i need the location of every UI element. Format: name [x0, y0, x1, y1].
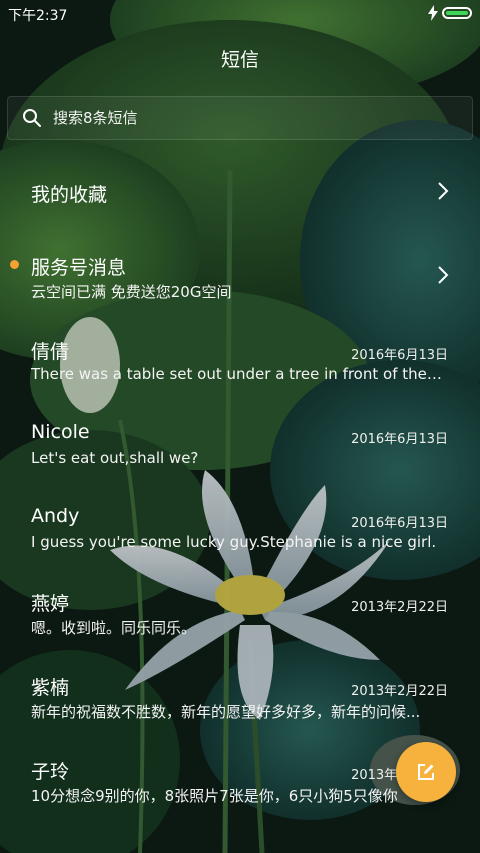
message-preview: 嗯。收到啦。同乐同乐。 — [31, 619, 197, 637]
search-input[interactable] — [53, 97, 453, 139]
message-date: 2013年2月22日 — [351, 600, 448, 615]
service-messages-folder[interactable]: 服务号消息 云空间已满 免费送您20G空间 — [0, 234, 480, 318]
conversation-item[interactable]: 燕婷 2013年2月22日 嗯。收到啦。同乐同乐。 — [0, 570, 480, 654]
folder-title: 我的收藏 — [31, 184, 108, 206]
folder-preview: 云空间已满 免费送您20G空间 — [31, 283, 232, 301]
contact-name: Andy — [31, 505, 80, 527]
contact-name: 燕婷 — [31, 593, 70, 615]
message-preview: 新年的祝福数不胜数，新年的愿望好多好多，新年的问候... — [31, 703, 421, 721]
compose-icon — [418, 764, 434, 780]
message-date: 2016年6月13日 — [351, 432, 448, 447]
chevron-right-icon — [438, 182, 449, 200]
contact-name: Nicole — [31, 421, 90, 443]
page-title: 短信 — [220, 49, 259, 71]
conversation-item[interactable]: Nicole 2016年6月13日 Let's eat out,shall we… — [0, 402, 480, 486]
message-preview: Let's eat out,shall we? — [31, 449, 199, 467]
compose-button[interactable] — [396, 742, 456, 802]
message-preview: There was a table set out under a tree i… — [31, 365, 445, 383]
status-bar: 下午2:37 — [0, 0, 480, 28]
status-time: 下午2:37 — [8, 8, 68, 24]
message-preview: I guess you're some lucky guy.Stephanie … — [31, 533, 437, 551]
contact-name: 紫楠 — [31, 677, 70, 699]
message-date: 2013年2月22日 — [351, 684, 448, 699]
message-date: 2016年6月13日 — [351, 516, 448, 531]
conversation-item[interactable]: 紫楠 2013年2月22日 新年的祝福数不胜数，新年的愿望好多好多，新年的问候.… — [0, 654, 480, 738]
contact-name: 倩倩 — [31, 341, 70, 363]
search-bar[interactable] — [7, 96, 473, 140]
favorites-folder[interactable]: 我的收藏 — [0, 150, 480, 234]
charging-icon — [428, 5, 438, 21]
battery-level — [446, 11, 468, 15]
messages-screen: 下午2:37 短信 我的收藏 服务号消息 云空间已满 免费送您20G空间 倩倩 — [0, 0, 480, 853]
message-preview: 10分想念9别的你，8张照片7张是你，6只小狗5只像你 — [31, 787, 398, 805]
conversation-item[interactable]: 倩倩 2016年6月13日 There was a table set out … — [0, 318, 480, 402]
contact-name: 子玲 — [31, 761, 70, 783]
folder-title: 服务号消息 — [31, 257, 127, 279]
search-icon — [23, 109, 41, 127]
message-date: 2016年6月13日 — [351, 348, 448, 363]
chevron-right-icon — [438, 266, 449, 284]
battery-icon — [442, 7, 472, 19]
conversation-item[interactable]: Andy 2016年6月13日 I guess you're some luck… — [0, 486, 480, 570]
unread-dot — [10, 260, 19, 269]
